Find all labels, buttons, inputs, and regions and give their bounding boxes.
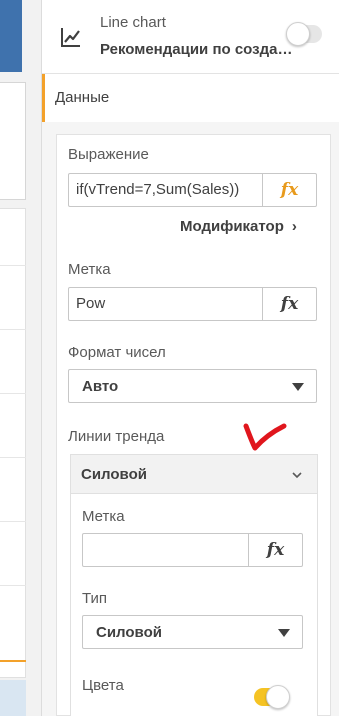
number-format-label: Формат чисел xyxy=(68,344,166,361)
number-format-select[interactable]: Авто xyxy=(68,369,317,403)
caret-down-icon xyxy=(278,629,290,637)
background-accent-line xyxy=(0,660,26,662)
trendline-item-header[interactable]: Силовой xyxy=(70,454,318,494)
modifier-label: Модификатор xyxy=(180,218,284,235)
toggle-knob xyxy=(286,22,310,46)
number-format-value: Авто xyxy=(82,378,119,395)
chevron-down-icon xyxy=(292,472,302,479)
panel-header: Line chart Рекомендации по создании... xyxy=(42,0,339,74)
measure-label-label: Метка xyxy=(68,261,111,278)
background-table xyxy=(0,208,26,678)
trendlines-label: Линии тренда xyxy=(68,428,165,445)
expression-field[interactable]: if(vTrend=7,Sum(Sales)) fx xyxy=(68,173,317,207)
expression-fx-button[interactable]: fx xyxy=(262,174,316,206)
modifier-link[interactable]: Модификатор › xyxy=(180,218,297,235)
background-selection xyxy=(0,680,26,716)
chart-title[interactable]: Рекомендации по создании... xyxy=(100,41,296,58)
chevron-right-icon: › xyxy=(291,218,297,235)
line-chart-icon xyxy=(61,28,80,47)
toggle-knob xyxy=(266,685,290,709)
measure-label-field[interactable]: Pow fx xyxy=(68,287,317,321)
trendline-colors-label: Цвета xyxy=(82,677,124,694)
chart-type-label: Line chart xyxy=(100,14,166,31)
trendline-label-field[interactable]: fx xyxy=(82,533,303,567)
section-tab-label: Данные xyxy=(55,89,110,106)
measure-label-value: Pow xyxy=(76,295,106,312)
header-toggle[interactable] xyxy=(286,22,322,46)
properties-panel: Line chart Рекомендации по создании... Д… xyxy=(42,0,339,716)
background-card xyxy=(0,82,26,200)
expression-label: Выражение xyxy=(68,146,149,163)
section-tab-data[interactable]: Данные xyxy=(42,74,339,122)
trendline-type-label: Тип xyxy=(82,590,108,607)
trendline-colors-toggle[interactable] xyxy=(254,685,290,709)
trendline-type-value: Силовой xyxy=(96,624,162,641)
background-toolbar xyxy=(0,0,22,72)
trendline-item-title: Силовой xyxy=(81,466,147,483)
trendline-type-select[interactable]: Силовой xyxy=(82,615,303,649)
red-checkmark xyxy=(243,423,287,451)
trendline-label-fx-button[interactable]: fx xyxy=(248,534,302,566)
expression-value: if(vTrend=7,Sum(Sales)) xyxy=(76,181,240,198)
measure-label-fx-button[interactable]: fx xyxy=(262,288,316,320)
background-app-strip xyxy=(0,0,42,716)
caret-down-icon xyxy=(292,383,304,391)
trendline-label-label: Метка xyxy=(82,508,125,525)
